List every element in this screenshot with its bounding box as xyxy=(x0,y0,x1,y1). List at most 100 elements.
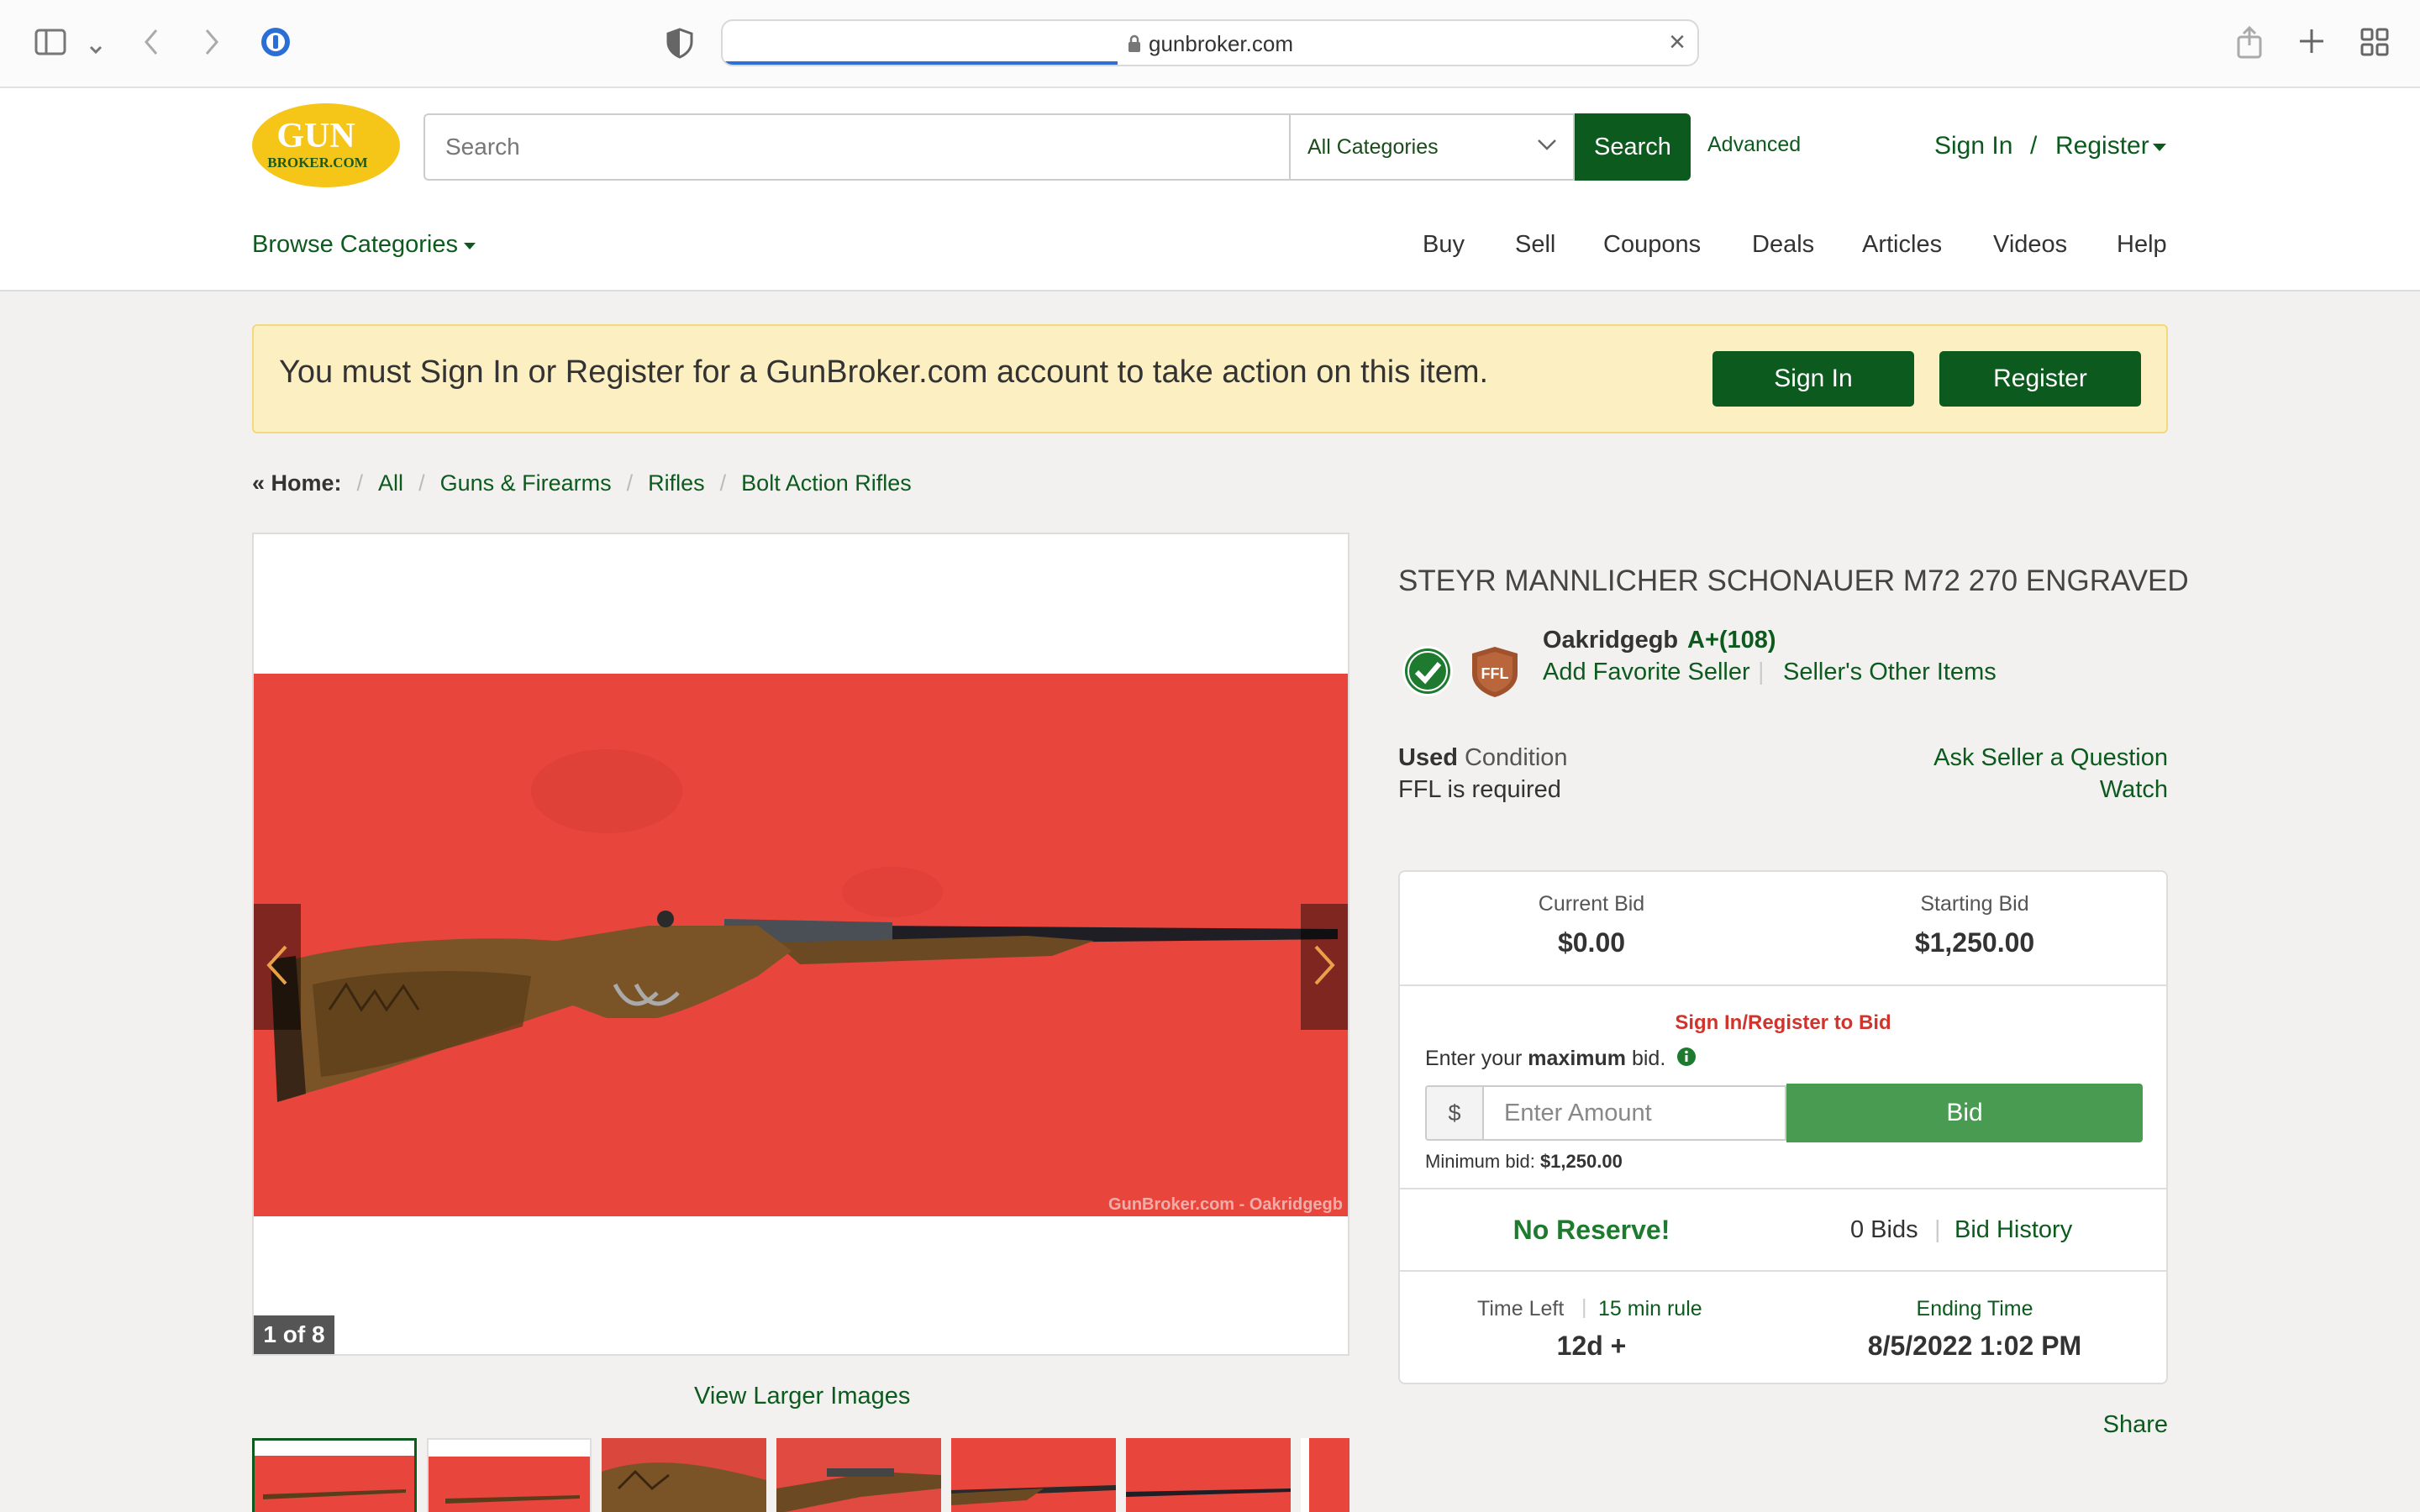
max-bid-text: Enter your xyxy=(1425,1047,1523,1071)
breadcrumb-separator: / xyxy=(418,470,425,496)
lock-icon xyxy=(1127,33,1142,59)
breadcrumb-home[interactable]: « Home: xyxy=(252,470,342,496)
close-icon[interactable]: × xyxy=(1669,28,1686,56)
sign-in-to-bid-link[interactable]: Sign In/Register to Bid xyxy=(1400,1011,2166,1035)
caret-down-icon[interactable] xyxy=(464,243,476,249)
photo-watermark: GunBroker.com - Oakridgegb xyxy=(1108,1195,1343,1214)
verified-seller-icon xyxy=(1402,645,1454,697)
time-left-label: Time Left xyxy=(1477,1297,1565,1320)
condition-label: Condition xyxy=(1464,744,1568,771)
nav-help[interactable]: Help xyxy=(2117,231,2167,259)
nav-articles[interactable]: Articles xyxy=(1862,231,1942,259)
password-manager-icon[interactable] xyxy=(259,25,292,65)
gunbroker-logo[interactable]: GUN BROKER.COM xyxy=(252,103,400,187)
banner-register-button[interactable]: Register xyxy=(1939,351,2141,407)
header-sign-in-link[interactable]: Sign In xyxy=(1934,132,2012,160)
seller-name[interactable]: Oakridgegb xyxy=(1543,627,1678,654)
seller-rating[interactable]: A+(108) xyxy=(1687,627,1776,654)
sellers-other-items-link[interactable]: Seller's Other Items xyxy=(1783,659,1996,686)
watch-link[interactable]: Watch xyxy=(2100,776,2168,804)
bid-amount-input[interactable] xyxy=(1482,1085,1786,1141)
forward-icon[interactable] xyxy=(198,27,224,63)
divider xyxy=(1400,984,2166,986)
thumbnail[interactable] xyxy=(1126,1438,1291,1512)
browser-toolbar: gunbroker.com × xyxy=(0,0,2420,88)
minimum-bid-line: Minimum bid: $1,250.00 xyxy=(1425,1151,1623,1173)
sidebar-toggle-icon[interactable] xyxy=(34,25,67,65)
category-select-value: All Categories xyxy=(1307,135,1439,159)
thumbnail[interactable] xyxy=(427,1438,592,1512)
bid-history-link[interactable]: Bid History xyxy=(1954,1216,2072,1244)
divider xyxy=(1400,1188,2166,1189)
next-image-button[interactable] xyxy=(1301,904,1348,1030)
ask-seller-question-link[interactable]: Ask Seller a Question xyxy=(1933,744,2168,772)
main-item-photo[interactable]: GunBroker.com - Oakridgegb xyxy=(254,674,1348,1216)
max-bid-instruction: Enter your maximum bid. xyxy=(1425,1047,1697,1073)
previous-image-button[interactable] xyxy=(254,904,301,1030)
address-bar[interactable]: gunbroker.com × xyxy=(721,19,1699,66)
fifteen-minute-rule-link[interactable]: 15 min rule xyxy=(1598,1297,1702,1321)
chevron-down-icon xyxy=(1536,134,1558,155)
url-display[interactable]: gunbroker.com xyxy=(723,31,1697,59)
breadcrumb-item-rifles[interactable]: Rifles xyxy=(648,470,705,496)
header-separator: / xyxy=(2030,132,2038,160)
breadcrumb-item-all[interactable]: All xyxy=(378,470,403,496)
thumbnail-strip xyxy=(252,1438,1349,1512)
item-title: STEYR MANNLICHER SCHONAUER M72 270 ENGRA… xyxy=(1398,564,2189,597)
back-icon[interactable] xyxy=(139,27,165,63)
nav-videos[interactable]: Videos xyxy=(1993,231,2067,259)
info-icon[interactable] xyxy=(1676,1047,1697,1073)
nav-coupons[interactable]: Coupons xyxy=(1603,231,1701,259)
tab-overview-icon[interactable] xyxy=(2360,27,2390,63)
view-larger-images-link[interactable]: View Larger Images xyxy=(694,1383,910,1410)
svg-text:GUN: GUN xyxy=(276,117,355,155)
no-reserve-label: No Reserve! xyxy=(1512,1215,1670,1245)
header-register-link[interactable]: Register xyxy=(2055,132,2149,160)
thumbnail[interactable] xyxy=(1301,1438,1349,1512)
breadcrumb-item-guns-firearms[interactable]: Guns & Firearms xyxy=(440,470,612,496)
ffl-required-note: FFL is required xyxy=(1398,776,1561,803)
ending-time-value: 8/5/2022 1:02 PM xyxy=(1867,1331,2082,1361)
site-header: GUN BROKER.COM All Categories Search Adv… xyxy=(0,88,2420,291)
bid-button[interactable]: Bid xyxy=(1786,1084,2143,1142)
nav-sell[interactable]: Sell xyxy=(1515,231,1555,259)
search-button[interactable]: Search xyxy=(1575,113,1691,181)
nav-deals[interactable]: Deals xyxy=(1752,231,1814,259)
starting-bid-value: $1,250.00 xyxy=(1914,927,2035,958)
breadcrumb-separator: / xyxy=(719,470,727,496)
nav-buy[interactable]: Buy xyxy=(1423,231,1465,259)
category-select[interactable]: All Categories xyxy=(1289,113,1575,181)
thumbnail[interactable] xyxy=(602,1438,766,1512)
banner-message: You must Sign In or Register for a GunBr… xyxy=(279,354,1489,390)
new-tab-icon[interactable] xyxy=(2297,27,2326,61)
item-condition: Used Condition xyxy=(1398,744,1568,772)
current-bid-label: Current Bid xyxy=(1538,892,1645,916)
ffl-badge-text: FFL xyxy=(1481,665,1509,682)
search-input[interactable] xyxy=(424,113,1289,181)
link-separator: | xyxy=(1934,1216,1941,1243)
minimum-bid-label: Minimum bid: xyxy=(1425,1151,1535,1172)
thumbnail[interactable] xyxy=(776,1438,941,1512)
divider xyxy=(1400,1270,2166,1272)
share-link[interactable]: Share xyxy=(2103,1411,2168,1439)
image-counter: 1 of 8 xyxy=(254,1315,334,1354)
bids-count: 0 Bids xyxy=(1850,1216,1918,1243)
minimum-bid-value: $1,250.00 xyxy=(1539,1151,1623,1172)
condition-value: Used xyxy=(1398,744,1458,771)
chevron-down-icon[interactable] xyxy=(87,32,104,64)
caret-down-icon[interactable] xyxy=(2153,144,2166,151)
thumbnail[interactable] xyxy=(951,1438,1116,1512)
add-favorite-seller-link[interactable]: Add Favorite Seller xyxy=(1543,659,1750,686)
thumbnail[interactable] xyxy=(252,1438,417,1512)
url-text: gunbroker.com xyxy=(1149,31,1293,56)
banner-sign-in-button[interactable]: Sign In xyxy=(1712,351,1914,407)
advanced-search-link[interactable]: Advanced xyxy=(1707,133,1801,157)
breadcrumb-item-bolt-action-rifles[interactable]: Bolt Action Rifles xyxy=(741,470,912,496)
privacy-shield-icon[interactable] xyxy=(666,27,694,65)
link-separator: | xyxy=(1758,659,1765,685)
breadcrumb: « Home: / All / Guns & Firearms / Rifles / Bolt … xyxy=(252,470,912,496)
browse-categories-menu[interactable]: Browse Categories xyxy=(252,231,458,259)
share-icon[interactable] xyxy=(2235,25,2264,65)
image-gallery: GunBroker.com - Oakridgegb 1 of 8 xyxy=(252,533,1349,1356)
chevron-left-icon xyxy=(266,943,289,991)
